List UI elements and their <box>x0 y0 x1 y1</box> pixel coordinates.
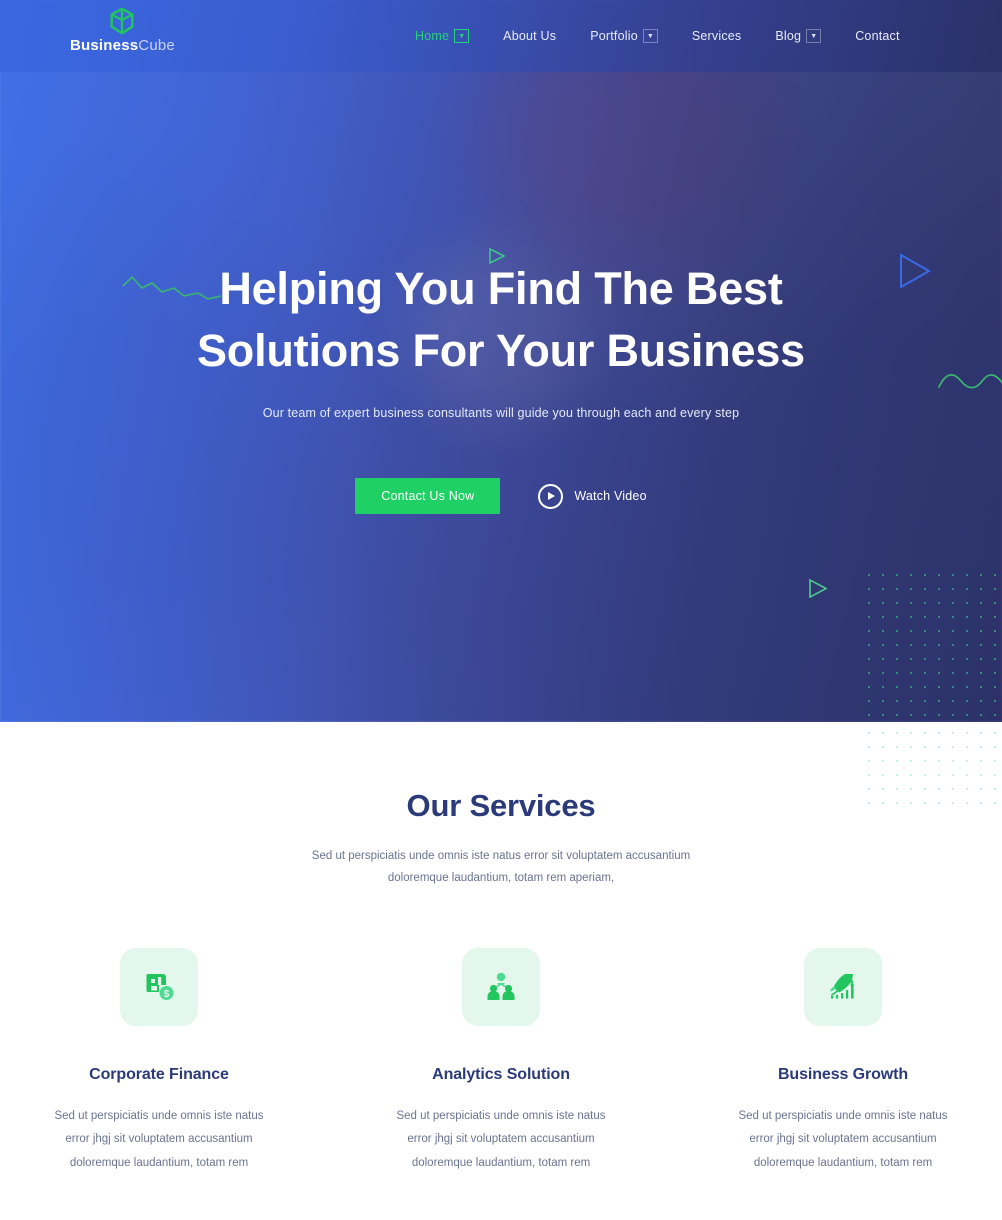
cube-icon <box>110 7 135 35</box>
contact-us-now-button[interactable]: Contact Us Now <box>355 478 501 515</box>
play-circle-icon <box>538 483 564 509</box>
nav-item-services[interactable]: Services <box>692 29 742 43</box>
hero-cta-group: Contact Us Now Watch Video <box>355 478 647 515</box>
nav-links: Home ▼ About Us Portfolio ▼ Services Blo… <box>415 0 900 72</box>
brand-logo[interactable]: BusinessCube <box>70 6 175 54</box>
hero-title: Helping You Find The Best Solutions For … <box>197 258 805 382</box>
nav-item-label: About Us <box>503 29 557 43</box>
rocket-growth-chart-icon <box>804 947 882 1026</box>
main-navigation-bar: BusinessCube Home ▼ About Us Portfolio ▼… <box>0 0 1002 72</box>
svg-text:$: $ <box>164 989 170 1000</box>
nav-item-label: Portfolio <box>590 29 638 43</box>
chevron-down-icon[interactable]: ▼ <box>806 29 822 43</box>
services-heading: Our Services <box>406 788 596 823</box>
landing-page: BusinessCube Home ▼ About Us Portfolio ▼… <box>0 0 1002 1220</box>
nav-item-label: Blog <box>775 29 802 43</box>
nav-item-blog[interactable]: Blog ▼ <box>775 29 822 43</box>
hero-title-line-1: Helping You Find The Best <box>219 263 783 314</box>
service-card[interactable]: Business Growth Sed ut perspiciatis unde… <box>728 947 958 1176</box>
chevron-down-icon[interactable]: ▼ <box>454 29 470 43</box>
hero-subtitle: Our team of expert business consultants … <box>262 406 740 421</box>
finance-document-dollar-icon: $ <box>120 947 198 1026</box>
hero-title-line-2: Solutions For Your Business <box>196 325 805 377</box>
service-card[interactable]: Analytics Solution Sed ut perspiciatis u… <box>386 947 616 1176</box>
team-people-icon <box>462 947 540 1026</box>
nav-item-label: Home <box>415 29 450 43</box>
nav-item-label: Contact <box>855 29 900 43</box>
service-card-body: Sed ut perspiciatis unde omnis iste natu… <box>738 1109 948 1169</box>
service-card-title: Business Growth <box>777 1065 909 1083</box>
nav-item-home[interactable]: Home ▼ <box>415 29 470 43</box>
service-card-title: Corporate Finance <box>89 1065 229 1083</box>
service-card-body: Sed ut perspiciatis unde omnis iste natu… <box>396 1109 606 1169</box>
nav-item-contact[interactable]: Contact <box>855 29 899 43</box>
service-card[interactable]: $ Corporate Finance Sed ut perspiciatis … <box>44 947 274 1176</box>
nav-item-label: Services <box>691 29 742 43</box>
watch-video-button[interactable]: Watch Video <box>538 483 647 509</box>
hero-section: BusinessCube Home ▼ About Us Portfolio ▼… <box>0 0 1002 722</box>
brand-name-bold: Business <box>70 37 139 54</box>
service-card-title: Analytics Solution <box>432 1065 570 1083</box>
service-cards: $ Corporate Finance Sed ut perspiciatis … <box>0 947 1002 1176</box>
brand-name-light: Cube <box>138 37 175 54</box>
nav-item-about-us[interactable]: About Us <box>503 29 556 43</box>
services-section: Our Services Sed ut perspiciatis unde om… <box>0 722 1002 1220</box>
hero-content: Helping You Find The Best Solutions For … <box>0 0 1002 722</box>
nav-item-portfolio[interactable]: Portfolio ▼ <box>590 29 658 43</box>
service-card-body: Sed ut perspiciatis unde omnis iste natu… <box>54 1109 264 1169</box>
services-subheading: Sed ut perspiciatis unde omnis iste natu… <box>311 850 691 885</box>
brand-name: BusinessCube <box>70 37 175 54</box>
chevron-down-icon[interactable]: ▼ <box>642 29 658 43</box>
watch-video-label: Watch Video <box>574 489 647 504</box>
